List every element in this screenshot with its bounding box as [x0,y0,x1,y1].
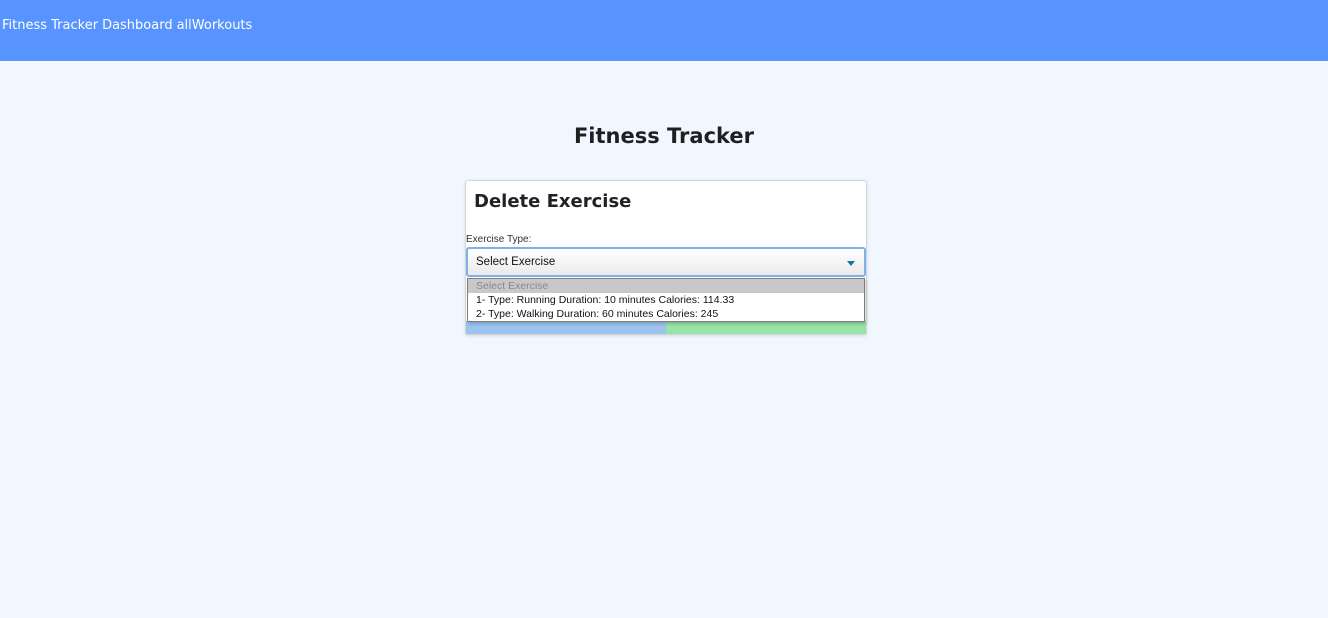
action-buttons [466,321,866,334]
exercise-type-label: Exercise Type: [466,234,532,245]
card-title: Delete Exercise [474,191,632,212]
nav-link-all-workouts[interactable]: allWorkouts [177,18,253,33]
delete-exercise-card: Delete Exercise Exercise Type: Select Ex… [465,180,867,335]
dropdown-option[interactable]: Select Exercise [468,279,864,293]
chevron-down-icon [847,261,855,266]
dropdown-option[interactable]: 2- Type: Walking Duration: 60 minutes Ca… [468,307,864,321]
exercise-dropdown-list: Select Exercise 1- Type: Running Duratio… [467,278,865,322]
back-button[interactable] [466,321,666,334]
exercise-select[interactable]: Select Exercise [466,247,866,277]
nav-link-dashboard[interactable]: Dashboard [102,18,173,33]
page-title: Fitness Tracker [573,124,755,148]
navbar: Fitness Tracker Dashboard allWorkouts [0,0,1328,61]
dropdown-option[interactable]: 1- Type: Running Duration: 10 minutes Ca… [468,293,864,307]
exercise-select-value: Select Exercise [476,256,556,268]
delete-button[interactable] [666,321,866,334]
navbar-brand: Fitness Tracker [2,18,99,33]
